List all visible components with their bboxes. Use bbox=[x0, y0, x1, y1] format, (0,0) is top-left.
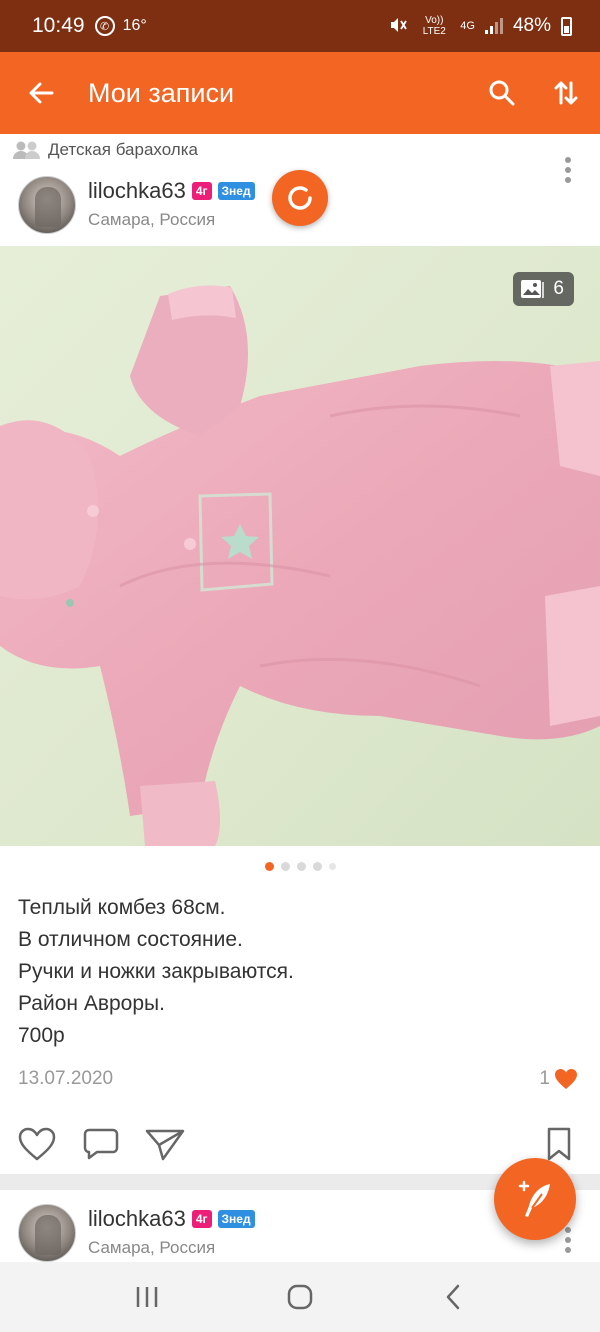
spinner-icon bbox=[288, 186, 312, 210]
compose-button[interactable] bbox=[494, 1158, 576, 1240]
photo-count-badge: 6 bbox=[513, 272, 574, 306]
system-nav-bar bbox=[0, 1262, 600, 1332]
group-link[interactable]: Детская барахолка bbox=[12, 140, 198, 160]
group-icon bbox=[13, 141, 40, 159]
author-location: Самара, Россия bbox=[88, 1238, 216, 1257]
post-text-line: Ручки и ножки закрываются. bbox=[18, 960, 294, 983]
heart-outline-icon bbox=[18, 1127, 56, 1161]
network-label: Vo)) LTE2 bbox=[422, 15, 446, 37]
arrow-left-icon bbox=[29, 82, 54, 104]
post-text-line: В отличном состояние. bbox=[18, 928, 243, 951]
pager-dot[interactable] bbox=[296, 862, 306, 871]
gallery-icon bbox=[521, 280, 545, 298]
onesie-image bbox=[0, 246, 600, 846]
post-text-line: Район Авроры. bbox=[18, 992, 165, 1015]
status-time: 10:49 bbox=[32, 14, 85, 37]
author-name-row: lilochka63 4г Знед bbox=[88, 178, 255, 204]
group-name: Детская барахолка bbox=[48, 140, 198, 159]
signal-icon bbox=[484, 18, 503, 34]
back-button[interactable] bbox=[0, 52, 82, 134]
age-badge: 4г bbox=[191, 1210, 212, 1228]
status-right: Vo)) LTE2 4G 48% bbox=[388, 15, 572, 38]
author-name[interactable]: lilochka63 bbox=[88, 1206, 186, 1232]
recents-button[interactable] bbox=[117, 1267, 177, 1327]
home-button[interactable] bbox=[270, 1267, 330, 1327]
sort-button[interactable] bbox=[544, 71, 588, 115]
post-photo[interactable]: 6 bbox=[0, 246, 600, 846]
loading-spinner bbox=[272, 170, 328, 226]
author-location: Самара, Россия bbox=[88, 210, 216, 229]
comment-button[interactable] bbox=[78, 1122, 124, 1166]
mute-icon bbox=[388, 15, 408, 38]
zodiac-badge: Знед bbox=[217, 182, 255, 200]
zodiac-badge: Знед bbox=[217, 1210, 255, 1228]
whatsapp-icon: ✆ bbox=[94, 16, 115, 36]
battery-icon bbox=[561, 16, 572, 36]
share-button[interactable] bbox=[142, 1122, 188, 1166]
sort-arrows-icon bbox=[554, 81, 578, 105]
avatar[interactable] bbox=[18, 1204, 76, 1262]
likes-count: 1 bbox=[539, 1068, 550, 1089]
bookmark-icon bbox=[547, 1127, 571, 1161]
photo-count: 6 bbox=[553, 278, 564, 299]
like-button[interactable] bbox=[14, 1122, 60, 1166]
author-block[interactable]: lilochka63 4г Знед Самара, Россия bbox=[18, 1204, 255, 1262]
post-date: 13.07.2020 bbox=[18, 1068, 114, 1089]
feather-plus-icon bbox=[518, 1180, 550, 1217]
author-info: lilochka63 4г Знед Самара, Россия bbox=[88, 1206, 255, 1258]
status-temperature: 16° bbox=[122, 17, 147, 34]
author-block[interactable]: lilochka63 4г Знед Самара, Россия bbox=[18, 176, 255, 234]
toolbar-actions bbox=[480, 71, 600, 115]
post-text: Теплый комбез 68см. В отличном состояние… bbox=[18, 892, 578, 1052]
age-badge: 4г bbox=[191, 182, 212, 200]
author-name[interactable]: lilochka63 bbox=[88, 178, 186, 204]
chevron-left-icon bbox=[447, 1284, 460, 1310]
comment-icon bbox=[83, 1128, 119, 1160]
author-info: lilochka63 4г Знед Самара, Россия bbox=[88, 178, 255, 230]
photo-pager bbox=[0, 862, 600, 871]
recents-icon bbox=[136, 1287, 157, 1307]
post-actions bbox=[14, 1122, 582, 1166]
likes-counter[interactable]: 1 bbox=[539, 1068, 578, 1090]
search-button[interactable] bbox=[480, 71, 524, 115]
pager-dot[interactable] bbox=[280, 862, 290, 871]
post-menu-button[interactable] bbox=[556, 154, 580, 186]
heart-filled-icon bbox=[555, 1069, 577, 1089]
post-text-line: Теплый комбез 68см. bbox=[18, 896, 226, 919]
send-icon bbox=[145, 1129, 185, 1161]
toolbar: Мои записи bbox=[0, 52, 600, 134]
avatar[interactable] bbox=[18, 176, 76, 234]
system-back-button[interactable] bbox=[423, 1267, 483, 1327]
pager-dot[interactable] bbox=[264, 862, 274, 871]
home-icon bbox=[287, 1284, 313, 1310]
author-name-row: lilochka63 4г Знед bbox=[88, 1206, 255, 1232]
post-card: Детская барахолка lilochka63 4г Знед Сам… bbox=[0, 134, 600, 1174]
network-type: 4G bbox=[460, 20, 475, 32]
screen: 10:49 ✆ 16° Vo)) LTE2 4G 48% Мои записи bbox=[0, 0, 600, 1332]
search-icon bbox=[489, 80, 515, 106]
pager-dot[interactable] bbox=[312, 862, 322, 871]
pager-dot[interactable] bbox=[328, 863, 336, 870]
post-text-line: 700р bbox=[18, 1024, 65, 1047]
page-title: Мои записи bbox=[88, 77, 235, 108]
battery-percent: 48% bbox=[512, 15, 551, 36]
status-bar: 10:49 ✆ 16° Vo)) LTE2 4G 48% bbox=[0, 0, 600, 52]
